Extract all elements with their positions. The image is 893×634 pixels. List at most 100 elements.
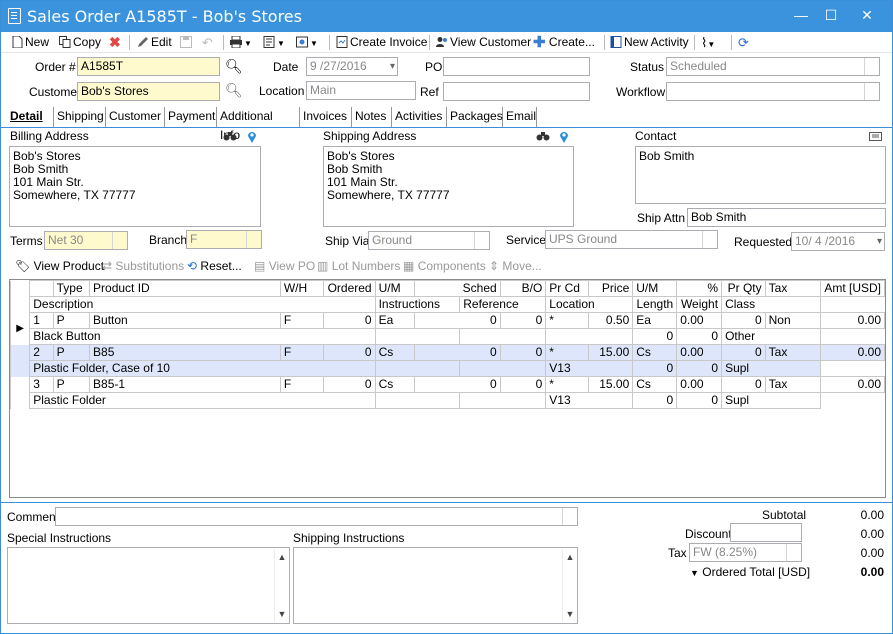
billing-address-box[interactable]: Bob's Stores Bob Smith 101 Main Str. Som… (9, 146, 261, 227)
ship-via-dropdown[interactable]: Ground (368, 231, 490, 250)
lot-numbers-button[interactable]: ▥ Lot Numbers (317, 258, 400, 274)
col-header-weight[interactable]: Weight (676, 296, 723, 313)
create-menu-button[interactable]: ✚ Create... (533, 34, 595, 51)
cell-product[interactable]: B85 (89, 344, 281, 361)
cell-um[interactable]: Cs (374, 376, 416, 393)
col-header-line[interactable] (29, 280, 54, 297)
contact-box[interactable]: Bob Smith (635, 146, 886, 204)
cell-pct[interactable]: 0.00 (676, 312, 723, 329)
tab-invoices[interactable]: Invoices (300, 107, 352, 127)
po-input[interactable] (443, 57, 590, 76)
location-input[interactable]: Main (306, 81, 416, 100)
report-dropdown-button[interactable]: ▼ (263, 34, 285, 51)
cell-bo[interactable]: 0 (499, 312, 547, 329)
tab-payment[interactable]: Payment (165, 107, 217, 127)
col-header-price[interactable]: Price (588, 280, 634, 297)
cell-bo[interactable]: 0 (499, 344, 547, 361)
cell-pct[interactable]: 0.00 (676, 344, 723, 361)
cell-sched[interactable]: 0 (414, 376, 501, 393)
cell-prqty[interactable]: 0 (721, 312, 766, 329)
delete-icon[interactable]: ✖ (109, 34, 121, 51)
cell-description[interactable]: Black Button (29, 328, 376, 345)
new-button[interactable]: New (11, 34, 49, 51)
cell-line[interactable]: 3 (29, 376, 54, 393)
cell-prqty[interactable]: 0 (721, 376, 766, 393)
cell-pct[interactable]: 0.00 (676, 376, 723, 393)
line-items-grid[interactable]: Type Product ID W/H Ordered U/M Sched B/… (9, 279, 886, 498)
undo-icon[interactable]: ↶ (202, 34, 213, 51)
cell-prcd[interactable]: * (545, 312, 590, 329)
cell-line[interactable]: 2 (29, 344, 54, 361)
table-row[interactable]: 3 P B85-1 F 0 Cs 0 0 * 15.00 Cs 0.00 0 T… (10, 376, 885, 409)
cell-um2[interactable]: Cs (632, 344, 678, 361)
col-header-tax[interactable]: Tax (764, 280, 822, 297)
maximize-button[interactable]: ☐ (813, 5, 849, 25)
cell-prcd[interactable]: * (545, 344, 590, 361)
reset-button[interactable]: ⟲ Reset... (187, 258, 242, 274)
cell-length[interactable]: 0 (632, 392, 678, 409)
cell-bo[interactable]: 0 (499, 376, 547, 393)
cell-length[interactable]: 0 (632, 328, 678, 345)
table-row[interactable]: 2 P B85 F 0 Cs 0 0 * 15.00 Cs 0.00 0 Tax… (10, 344, 885, 377)
scroll-up-icon[interactable]: ▲ (564, 551, 576, 563)
print-dropdown-button[interactable]: ▼ (230, 34, 252, 51)
cell-price[interactable]: 15.00 (588, 376, 634, 393)
cell-product[interactable]: Button (89, 312, 281, 329)
tab-packages[interactable]: Packages (447, 107, 503, 127)
cell-um2[interactable]: Cs (632, 376, 678, 393)
cell-weight[interactable]: 0 (676, 392, 723, 409)
tab-email[interactable]: Email (503, 107, 537, 127)
col-header-instructions[interactable]: Instructions (374, 296, 461, 313)
cell-length[interactable]: 0 (632, 360, 678, 377)
cell-weight[interactable]: 0 (676, 360, 723, 377)
cell-wh[interactable]: F (279, 344, 324, 361)
service-dropdown[interactable]: UPS Ground (545, 230, 718, 249)
col-header-um[interactable]: U/M (374, 280, 416, 297)
tab-additional-info[interactable]: Additional Info (217, 107, 300, 142)
cell-class[interactable]: Supl (721, 360, 822, 377)
cell-weight[interactable]: 0 (676, 328, 723, 345)
col-header-bo[interactable]: B/O (499, 280, 547, 297)
col-header-class[interactable]: Class (721, 296, 822, 313)
cell-amt[interactable]: 0.00 (820, 312, 885, 329)
cell-um2[interactable]: Ea (632, 312, 678, 329)
refresh-icon[interactable]: ⟳ (738, 34, 749, 51)
cell-description[interactable]: Plastic Folder (29, 392, 376, 409)
workflow-dropdown[interactable] (666, 82, 880, 101)
ship-attn-input[interactable]: Bob Smith (687, 208, 886, 227)
ordered-total-toggle[interactable]: ▼ Ordered Total [USD] (690, 565, 810, 579)
scrollbar[interactable]: ▲ ▼ (274, 549, 288, 622)
create-invoice-button[interactable]: Create Invoice (336, 34, 427, 51)
cell-reference[interactable] (459, 328, 547, 345)
col-header-sched[interactable]: Sched (414, 280, 501, 297)
cell-instructions[interactable] (374, 360, 461, 377)
cell-sched[interactable]: 0 (414, 344, 501, 361)
cell-type[interactable]: P (52, 312, 91, 329)
binoculars-icon[interactable] (536, 131, 550, 141)
col-header-product-id[interactable]: Product ID (89, 280, 281, 297)
cell-um[interactable]: Ea (374, 312, 416, 329)
cell-tax[interactable]: Tax (764, 344, 822, 361)
move-button[interactable]: ⇕ Move... (489, 258, 542, 274)
tab-customer[interactable]: Customer (106, 107, 165, 127)
comment-input[interactable] (55, 507, 578, 526)
tax-dropdown[interactable]: FW (8.25%) (689, 543, 802, 562)
export-dropdown-button[interactable]: ▼ (296, 34, 318, 51)
map-pin-icon[interactable] (247, 130, 257, 143)
discount-input[interactable] (730, 523, 802, 542)
map-pin-icon[interactable] (559, 130, 569, 143)
attachment-dropdown-button[interactable]: ⌇▼ (701, 34, 715, 51)
cell-ordered[interactable]: 0 (322, 344, 376, 361)
col-header-reference[interactable]: Reference (459, 296, 547, 313)
cell-tax[interactable]: Tax (764, 376, 822, 393)
cell-type[interactable]: P (52, 376, 91, 393)
col-header-ordered[interactable]: Ordered (322, 280, 376, 297)
new-activity-button[interactable]: New Activity (610, 34, 689, 51)
col-header-wh[interactable]: W/H (279, 280, 324, 297)
terms-dropdown[interactable]: Net 30 (44, 231, 128, 250)
view-po-button[interactable]: ▤ View PO (254, 258, 315, 274)
substitutions-button[interactable]: ⇄ Substitutions (102, 258, 184, 274)
binoculars-icon[interactable] (223, 131, 237, 141)
order-number-input[interactable]: A1585T (77, 57, 220, 76)
table-row[interactable]: ▶ 1 P Button F 0 Ea 0 0 * 0.50 Ea 0.00 0… (10, 312, 885, 345)
